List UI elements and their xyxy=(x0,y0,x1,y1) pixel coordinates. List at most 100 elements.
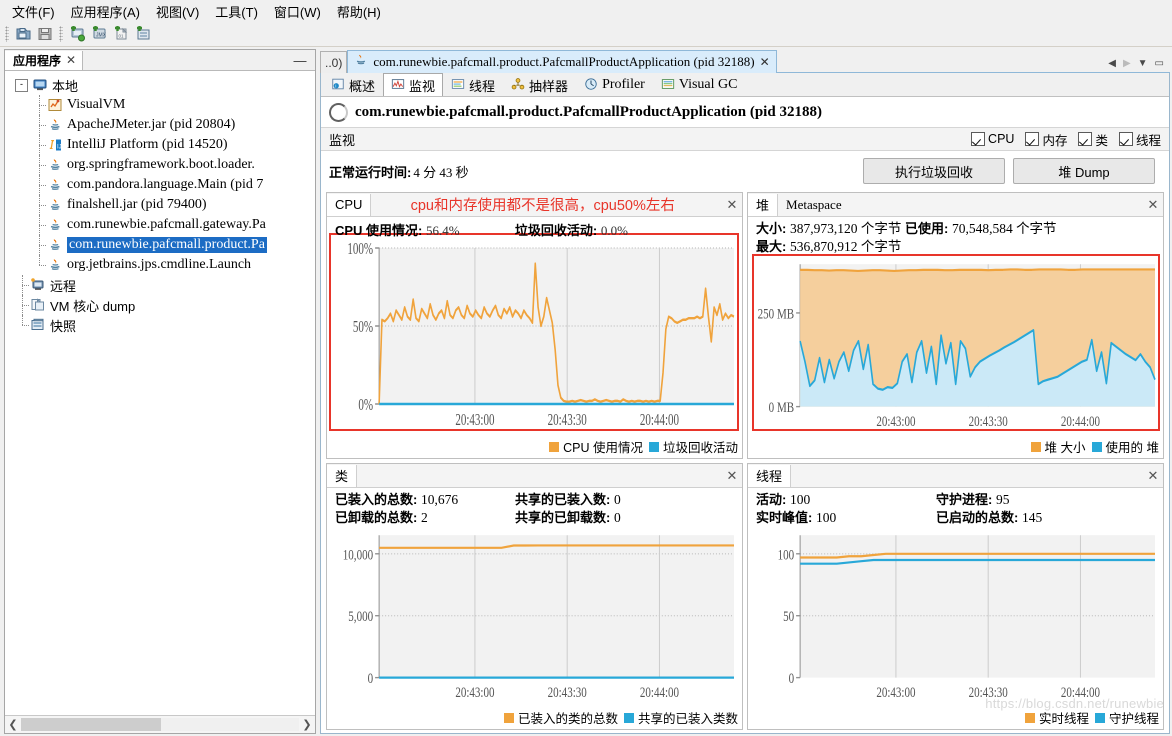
horizontal-scrollbar[interactable]: ❮ ❯ xyxy=(5,715,315,733)
tree-item-application[interactable]: com.pandora.language.Main (pid 7 xyxy=(11,175,315,195)
tree-node-local[interactable]: - 本地 xyxy=(11,75,315,95)
close-icon[interactable]: ✕ xyxy=(760,55,770,69)
svg-text:50: 50 xyxy=(783,607,794,624)
tree-item-application[interactable]: IJIntelliJ Platform (pid 14520) xyxy=(11,135,315,155)
add-vm-coredump-icon[interactable]: 01 xyxy=(111,24,131,44)
tree-node-snapshot[interactable]: 快照 xyxy=(11,315,315,335)
scroll-tabs-right-icon[interactable]: ▶ xyxy=(1123,59,1131,69)
tab-threads[interactable]: 线程 xyxy=(443,73,503,96)
scroll-tabs-left-icon[interactable]: ◀ xyxy=(1108,59,1116,69)
tree-connector xyxy=(33,215,47,235)
tree-item-application[interactable]: com.runewbie.pafcmall.gateway.Pa xyxy=(11,215,315,235)
tree-item-application[interactable]: ApacheJMeter.jar (pid 20804) xyxy=(11,115,315,135)
menu-item-applications[interactable]: 应用程序(A) xyxy=(63,0,148,23)
classes-shared-loaded-label: 共享的已装入数: xyxy=(515,492,610,507)
threads-stats-col1: 活动: 100 实时峰值: 100 xyxy=(756,491,936,527)
cpu-usage-value: 56.4% xyxy=(426,223,460,238)
threads-stats: 活动: 100 实时峰值: 100 守护进程: xyxy=(756,491,1157,527)
threads-started-label: 已启动的总数: xyxy=(936,510,1018,525)
threads-plot[interactable]: 05010020:43:0020:43:3020:44:00 xyxy=(756,527,1157,705)
save-icon[interactable] xyxy=(35,24,55,44)
tree-node-remote[interactable]: 远程 xyxy=(11,275,315,295)
scroll-left-arrow-icon[interactable]: ❮ xyxy=(5,718,21,731)
panel-threads-tab[interactable]: 线程 xyxy=(748,465,791,487)
menu-item-view[interactable]: 视图(V) xyxy=(148,0,207,23)
menu-item-window[interactable]: 窗口(W) xyxy=(266,0,329,23)
tab-list-dropdown-icon[interactable]: ▼ xyxy=(1138,59,1148,69)
applications-window: 应用程序 ✕ — - 本地 xyxy=(4,49,316,734)
legend-swatch-blue xyxy=(1092,442,1102,452)
classes-plot[interactable]: 05,00010,00020:43:0020:43:3020:44:00 xyxy=(335,527,736,705)
add-remote-host-icon[interactable] xyxy=(67,24,87,44)
close-icon[interactable]: ✕ xyxy=(1143,197,1163,213)
minimize-icon[interactable]: — xyxy=(291,53,315,68)
svg-text:20:43:00: 20:43:00 xyxy=(876,683,916,700)
svg-text:20:43:30: 20:43:30 xyxy=(548,411,587,430)
tree-item-label: org.jetbrains.jps.cmdline.Launch xyxy=(67,257,251,273)
checkbox-threads[interactable]: 线程 xyxy=(1119,130,1161,149)
close-icon[interactable]: ✕ xyxy=(722,468,742,484)
tab-monitor[interactable]: 监视 xyxy=(383,73,443,96)
panel-cpu-tab[interactable]: CPU xyxy=(327,194,371,216)
checkbox-memory-label: 内存 xyxy=(1042,130,1067,149)
heap-plot[interactable]: 0 MB250 MB20:43:0020:43:3020:44:00 xyxy=(756,256,1157,434)
legend-item-shared-loaded: 共享的已装入类数 xyxy=(624,708,738,727)
tab-active-application[interactable]: com.runewbie.pafcmall.product.PafcmallPr… xyxy=(347,50,776,73)
tree-item-application[interactable]: org.jetbrains.jps.cmdline.Launch xyxy=(11,255,315,275)
add-jmx-connection-icon[interactable]: JMX xyxy=(89,24,109,44)
close-icon[interactable]: ✕ xyxy=(1143,468,1163,484)
close-icon[interactable]: ✕ xyxy=(722,197,742,213)
tree-item-application[interactable]: com.runewbie.pafcmall.product.Pa xyxy=(11,235,315,255)
application-title-row: com.runewbie.pafcmall.product.PafcmallPr… xyxy=(321,97,1169,127)
uptime-value: 4 分 43 秒 xyxy=(413,162,468,181)
tree-item-application[interactable]: VisualVM xyxy=(11,95,315,115)
menu-bar: 文件(F) 应用程序(A) 视图(V) 工具(T) 窗口(W) 帮助(H) xyxy=(0,0,1172,22)
checkbox-classes-box[interactable] xyxy=(1078,132,1092,146)
maximize-icon[interactable]: ▭ xyxy=(1155,59,1164,69)
tab-inactive-truncated[interactable]: ..0) xyxy=(320,51,347,73)
checkbox-cpu-box[interactable] xyxy=(971,132,985,146)
tab-profiler[interactable]: Profiler xyxy=(576,73,653,96)
tab-overview-label: 概述 xyxy=(349,76,375,95)
panel-heap-tab[interactable]: 堆 xyxy=(748,194,778,216)
checkbox-threads-box[interactable] xyxy=(1119,132,1133,146)
legend-swatch-orange xyxy=(1025,713,1035,723)
checkbox-classes[interactable]: 类 xyxy=(1078,130,1108,149)
checkbox-memory-box[interactable] xyxy=(1025,132,1039,146)
scrollbar-track[interactable] xyxy=(21,718,299,731)
uptime-row: 正常运行时间: 4 分 43 秒 执行垃圾回收 堆 Dump xyxy=(321,151,1169,188)
checkbox-memory[interactable]: 内存 xyxy=(1025,130,1067,149)
tab-overview[interactable]: i 概述 xyxy=(323,73,383,96)
threads-live-label: 活动: xyxy=(756,492,786,507)
menu-item-help[interactable]: 帮助(H) xyxy=(329,0,389,23)
tab-visual-gc[interactable]: Visual GC xyxy=(653,73,746,96)
tree-item-application[interactable]: finalshell.jar (pid 79400) xyxy=(11,195,315,215)
scrollbar-thumb[interactable] xyxy=(21,718,161,731)
classes-shared-unloaded-label: 共享的已卸载数: xyxy=(515,510,610,525)
perform-gc-button[interactable]: 执行垃圾回收 xyxy=(863,158,1005,184)
checkbox-cpu[interactable]: CPU xyxy=(971,132,1014,146)
tab-applications[interactable]: 应用程序 ✕ xyxy=(5,51,83,70)
cpu-plot[interactable]: 0%50%100%20:43:0020:43:3020:44:00 xyxy=(335,239,736,434)
close-icon[interactable]: ✕ xyxy=(66,53,76,67)
tree-node-coredump[interactable]: VM 核心 dump xyxy=(11,295,315,315)
expand-toggle-icon[interactable]: - xyxy=(15,79,28,92)
panel-metaspace-tab[interactable]: Metaspace xyxy=(778,197,1143,213)
java-icon xyxy=(354,53,368,71)
classes-shared-loaded-line: 共享的已装入数: 0 xyxy=(515,491,695,509)
tab-sampler[interactable]: 抽样器 xyxy=(503,73,576,96)
heap-used-value: 70,548,584 个字节 xyxy=(952,221,1057,236)
classes-loaded-value: 10,676 xyxy=(421,492,458,507)
scroll-right-arrow-icon[interactable]: ❯ xyxy=(299,718,315,731)
menu-item-file[interactable]: 文件(F) xyxy=(4,0,63,23)
panel-classes-tab[interactable]: 类 xyxy=(327,465,357,487)
add-snapshot-icon[interactable] xyxy=(133,24,153,44)
checkbox-classes-label: 类 xyxy=(1095,130,1108,149)
panel-classes-header: 类 ✕ xyxy=(327,464,742,488)
open-icon[interactable] xyxy=(13,24,33,44)
heap-max-line: 最大: 536,870,912 个字节 xyxy=(756,238,1157,256)
panel-heap-header: 堆 Metaspace ✕ xyxy=(748,193,1163,217)
menu-item-tools[interactable]: 工具(T) xyxy=(207,0,266,23)
heap-dump-button[interactable]: 堆 Dump xyxy=(1013,158,1155,184)
tree-item-application[interactable]: org.springframework.boot.loader. xyxy=(11,155,315,175)
